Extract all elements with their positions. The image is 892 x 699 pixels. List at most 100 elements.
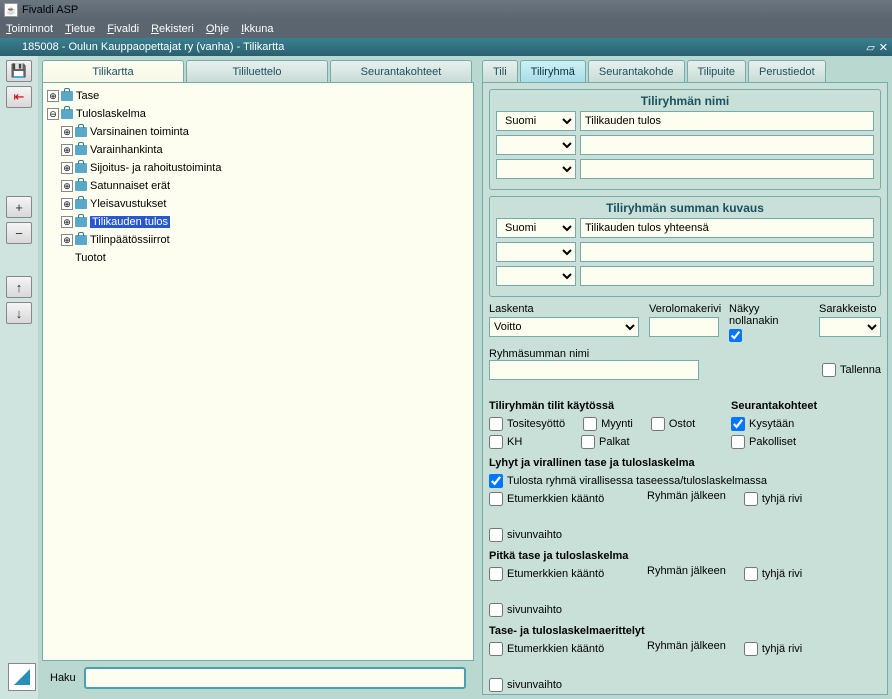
folder-icon bbox=[75, 217, 87, 227]
lang-select-3[interactable] bbox=[496, 159, 576, 179]
left-toolbar: 💾 ⇤ + − ↑ ↓ bbox=[0, 56, 38, 699]
main-area: 💾 ⇤ + − ↑ ↓ Tilikartta Tililuettelo Seur… bbox=[0, 56, 892, 699]
menu-fivaldi[interactable]: Fivaldi bbox=[107, 23, 139, 35]
group-sum-input-3[interactable] bbox=[580, 266, 874, 286]
group-name-input-2[interactable] bbox=[580, 135, 874, 155]
group-name-input[interactable] bbox=[580, 111, 874, 131]
tree-node-sijoitus[interactable]: ⊕Sijoitus- ja rahoitustoiminta bbox=[47, 159, 469, 177]
calc-row: Laskenta Voitto Verolomakerivi Näkyy nol… bbox=[489, 303, 881, 342]
menu-ikkuna[interactable]: Ikkuna bbox=[241, 23, 273, 35]
sarakkeisto-label: Sarakkeisto bbox=[819, 303, 881, 315]
verolomakerivi-label: Verolomakerivi bbox=[649, 303, 719, 315]
folder-icon bbox=[75, 235, 87, 245]
ryhmasumma-label: Ryhmäsumman nimi bbox=[489, 348, 818, 360]
lang-select-2[interactable] bbox=[496, 135, 576, 155]
tositesyotto-checkbox[interactable] bbox=[489, 417, 503, 431]
tulosta-ryhma-checkbox[interactable] bbox=[489, 474, 503, 488]
tab-seurantakohteet[interactable]: Seurantakohteet bbox=[330, 60, 472, 82]
nakyy-checkbox[interactable] bbox=[729, 329, 742, 342]
folder-icon bbox=[61, 91, 73, 101]
expand-icon[interactable]: ⊕ bbox=[61, 180, 73, 192]
tree-node-tase[interactable]: ⊕Tase bbox=[47, 87, 469, 105]
myynti-checkbox[interactable] bbox=[583, 417, 597, 431]
tyhja-rivi-2-checkbox[interactable] bbox=[744, 567, 758, 581]
exit-icon[interactable]: ⇤ bbox=[6, 86, 32, 108]
plus-button[interactable]: + bbox=[6, 196, 32, 218]
palkat-checkbox[interactable] bbox=[581, 435, 595, 449]
up-arrow-button[interactable]: ↑ bbox=[6, 276, 32, 298]
right-panel: Tili Tiliryhmä Seurantakohde Tilipuite P… bbox=[478, 56, 892, 699]
tallenna-checkbox[interactable] bbox=[822, 363, 836, 377]
expand-icon[interactable]: ⊕ bbox=[61, 198, 73, 210]
ryhman-jalkeen-2: Ryhmän jälkeen bbox=[647, 565, 726, 583]
expand-icon[interactable]: ⊕ bbox=[61, 216, 73, 228]
etumerkkien-3-checkbox[interactable] bbox=[489, 642, 503, 656]
tab-seurantakohde[interactable]: Seurantakohde bbox=[588, 60, 685, 82]
group-name-input-3[interactable] bbox=[580, 159, 874, 179]
expand-icon[interactable]: ⊕ bbox=[61, 144, 73, 156]
search-input[interactable] bbox=[84, 667, 466, 689]
menubar: Toiminnot Tietue Fivaldi Rekisteri Ohje … bbox=[0, 20, 892, 38]
sivunvaihto-2-checkbox[interactable] bbox=[489, 603, 503, 617]
tree-panel: ⊕Tase ⊖Tuloslaskelma ⊕Varsinainen toimin… bbox=[42, 82, 474, 661]
tree-node-varsinainen[interactable]: ⊕Varsinainen toiminta bbox=[47, 123, 469, 141]
tab-tiliryhma[interactable]: Tiliryhmä bbox=[520, 60, 586, 82]
etumerkkien-1-checkbox[interactable] bbox=[489, 492, 503, 506]
lang-select-5[interactable] bbox=[496, 242, 576, 262]
expand-icon[interactable]: ⊕ bbox=[47, 90, 59, 102]
lang-select-6[interactable] bbox=[496, 266, 576, 286]
lang-select-4[interactable]: Suomi bbox=[496, 218, 576, 238]
right-content: Tiliryhmän nimi Suomi Tiliryhmän summan … bbox=[482, 82, 888, 695]
down-arrow-button[interactable]: ↓ bbox=[6, 302, 32, 324]
folder-icon bbox=[61, 109, 73, 119]
kh-checkbox[interactable] bbox=[489, 435, 503, 449]
verolomakerivi-input[interactable] bbox=[649, 317, 719, 337]
tab-tilipuite[interactable]: Tilipuite bbox=[687, 60, 747, 82]
expand-icon[interactable]: ⊕ bbox=[61, 126, 73, 138]
save-icon[interactable]: 💾 bbox=[6, 60, 32, 82]
tab-tilikartta[interactable]: Tilikartta bbox=[42, 60, 184, 82]
tab-tili[interactable]: Tili bbox=[482, 60, 518, 82]
tree-node-tilinpaatossiirrot[interactable]: ⊕Tilinpäätössiirrot bbox=[47, 231, 469, 249]
close-icon[interactable]: ✕ bbox=[879, 41, 888, 54]
java-icon: ☕ bbox=[4, 3, 18, 17]
tree-node-satunnaiset[interactable]: ⊕Satunnaiset erät bbox=[47, 177, 469, 195]
tyhja-rivi-1-checkbox[interactable] bbox=[744, 492, 758, 506]
tab-perustiedot[interactable]: Perustiedot bbox=[748, 60, 826, 82]
sivunvaihto-3-checkbox[interactable] bbox=[489, 678, 503, 692]
etumerkkien-2-checkbox[interactable] bbox=[489, 567, 503, 581]
laskenta-select[interactable]: Voitto bbox=[489, 317, 639, 337]
logo-icon bbox=[8, 663, 36, 691]
tree-node-tuloslaskelma[interactable]: ⊖Tuloslaskelma bbox=[47, 105, 469, 123]
menu-ohje[interactable]: Ohje bbox=[206, 23, 229, 35]
menu-tietue[interactable]: Tietue bbox=[65, 23, 95, 35]
ryhmasumma-input[interactable] bbox=[489, 360, 699, 380]
menu-toiminnot[interactable]: Toiminnot bbox=[6, 23, 53, 35]
search-row: Haku bbox=[42, 661, 474, 695]
group-sum-input[interactable] bbox=[580, 218, 874, 238]
minus-button[interactable]: − bbox=[6, 222, 32, 244]
tree-node-varainhankinta[interactable]: ⊕Varainhankinta bbox=[47, 141, 469, 159]
sarakkeisto-select[interactable] bbox=[819, 317, 881, 337]
pakolliset-checkbox[interactable] bbox=[731, 435, 745, 449]
ostot-checkbox[interactable] bbox=[651, 417, 665, 431]
kysytaan-checkbox[interactable] bbox=[731, 417, 745, 431]
tree-node-tilikauden-tulos[interactable]: ⊕Tilikauden tulos bbox=[47, 213, 469, 231]
folder-icon bbox=[75, 181, 87, 191]
sivunvaihto-1-checkbox[interactable] bbox=[489, 528, 503, 542]
tyhja-rivi-3-checkbox[interactable] bbox=[744, 642, 758, 656]
expand-icon[interactable]: ⊕ bbox=[61, 162, 73, 174]
group-name-title: Tiliryhmän nimi bbox=[496, 94, 874, 108]
tab-tililuettelo[interactable]: Tililuettelo bbox=[186, 60, 328, 82]
menu-rekisteri[interactable]: Rekisteri bbox=[151, 23, 194, 35]
tallenna-label: Tallenna bbox=[840, 364, 881, 376]
tree-node-tuotot[interactable]: Tuotot bbox=[47, 249, 469, 267]
group-sum-input-2[interactable] bbox=[580, 242, 874, 262]
lang-select-1[interactable]: Suomi bbox=[496, 111, 576, 131]
app-titlebar: ☕ Fivaldi ASP bbox=[0, 0, 892, 20]
collapse-icon[interactable]: ⊖ bbox=[47, 108, 59, 120]
expand-icon[interactable]: ⊕ bbox=[61, 234, 73, 246]
laskenta-label: Laskenta bbox=[489, 303, 639, 315]
tree-node-yleisavustukset[interactable]: ⊕Yleisavustukset bbox=[47, 195, 469, 213]
maximize-icon[interactable]: ▱ bbox=[866, 41, 874, 54]
